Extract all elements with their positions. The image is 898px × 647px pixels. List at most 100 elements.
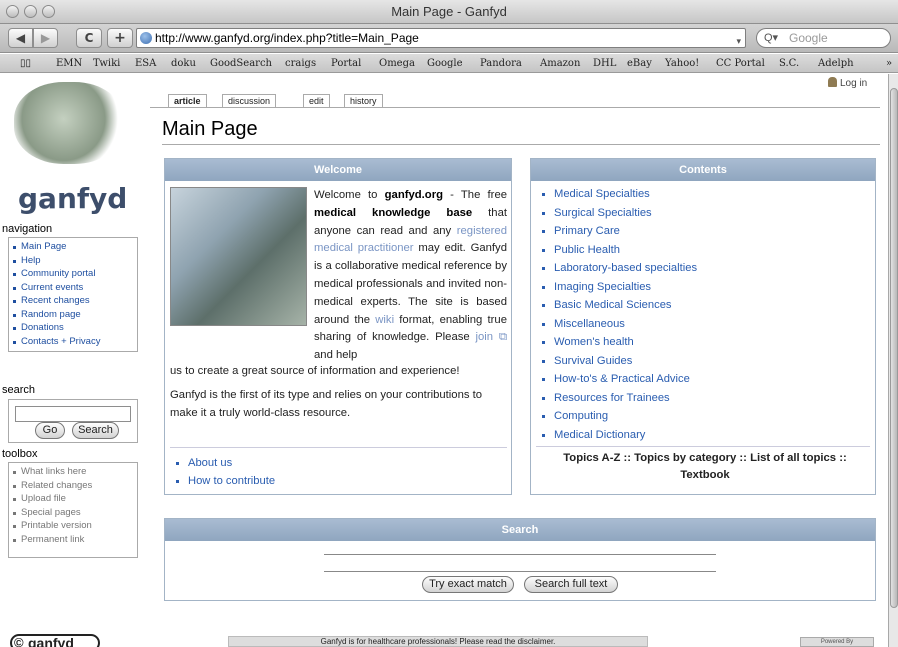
bookmark-item[interactable]: Pandora [480, 58, 522, 69]
toolbox-permanent-link[interactable]: Permanent link [9, 533, 137, 547]
topics-links[interactable]: Topics A-Z :: Topics by category :: List… [540, 450, 870, 466]
search-portlet [8, 399, 138, 443]
welcome-header: Welcome [165, 159, 511, 181]
go-button[interactable]: Go [35, 422, 65, 439]
nav-main-page[interactable]: Main Page [9, 240, 137, 254]
powered-by-badge[interactable]: Powered By [800, 637, 874, 647]
nav-random-page[interactable]: Random page [9, 308, 137, 322]
url-dropdown-icon[interactable]: ▾ [736, 32, 741, 50]
contents-item[interactable]: Miscellaneous [540, 315, 697, 334]
bookmark-item[interactable]: GoodSearch [210, 58, 272, 69]
welcome-tail-text: us to create a great source of informati… [170, 365, 460, 377]
contents-item[interactable]: Laboratory-based specialties [540, 259, 697, 278]
search-panel-divider [324, 571, 716, 572]
how-to-contribute-link[interactable]: How to contribute [174, 472, 275, 490]
nav-recent-changes[interactable]: Recent changes [9, 294, 137, 308]
bookmark-item[interactable]: ESA [135, 58, 156, 69]
search-button[interactable]: Search [72, 422, 119, 439]
bookmark-item[interactable]: Portal [331, 58, 361, 69]
contents-item[interactable]: Survival Guides [540, 352, 697, 371]
welcome-links: About us How to contribute [174, 454, 275, 490]
page-title: Main Page [162, 118, 258, 140]
reload-button[interactable]: C [76, 28, 102, 48]
search-placeholder: Google [789, 31, 828, 45]
bookmarks-book-icon[interactable]: ▯▯ [20, 58, 31, 69]
forward-button[interactable]: ▶ [33, 28, 58, 48]
bookmarks-overflow-icon[interactable]: » [886, 58, 892, 69]
contents-item[interactable]: Imaging Specialties [540, 278, 697, 297]
welcome-text: - The free [443, 189, 508, 201]
bookmark-item[interactable]: craigs [285, 58, 316, 69]
tab-underline [150, 107, 880, 108]
scrollbar-thumb[interactable] [890, 88, 898, 608]
title-divider [162, 144, 880, 145]
tab-history[interactable]: history [344, 94, 383, 108]
address-bar[interactable]: http://www.ganfyd.org/index.php?title=Ma… [136, 28, 746, 48]
sidebar-search-input[interactable] [15, 406, 131, 422]
bookmark-item[interactable]: EMN [56, 58, 82, 69]
welcome-text: Welcome to [314, 189, 385, 201]
site-logo-text[interactable]: ganfyd [18, 182, 127, 215]
contents-item[interactable]: Resources for Trainees [540, 389, 697, 408]
contents-item[interactable]: Women's health [540, 333, 697, 352]
main-search-input[interactable] [324, 556, 716, 572]
bookmark-item[interactable]: Adelph [818, 58, 854, 69]
footer-logo[interactable]: © ganfyd [10, 634, 100, 647]
nav-donations[interactable]: Donations [9, 321, 137, 335]
nav-current-events[interactable]: Current events [9, 281, 137, 295]
bookmark-item[interactable]: doku [171, 58, 196, 69]
browser-window: Main Page - Ganfyd ◀ ▶ C + http://www.ga… [0, 0, 898, 647]
toolbox-special-pages[interactable]: Special pages [9, 506, 137, 520]
wiki-link[interactable]: wiki [375, 314, 394, 326]
bookmark-item[interactable]: DHL [593, 58, 616, 69]
textbook-link[interactable]: Textbook [540, 467, 870, 483]
contents-item[interactable]: Primary Care [540, 222, 697, 241]
welcome-divider [170, 447, 507, 448]
nav-help[interactable]: Help [9, 254, 137, 268]
nav-community-portal[interactable]: Community portal [9, 267, 137, 281]
welcome-second-paragraph: Ganfyd is the first of its type and reli… [170, 389, 483, 419]
footer-logo-icon: © [14, 635, 24, 647]
contents-item[interactable]: Computing [540, 407, 697, 426]
tab-edit[interactable]: edit [303, 94, 330, 108]
bookmark-item[interactable]: Omega [379, 58, 415, 69]
nav-contacts-privacy[interactable]: Contacts + Privacy [9, 335, 137, 349]
back-button[interactable]: ◀ [8, 28, 33, 48]
bookmark-item[interactable]: Twiki [93, 58, 120, 69]
contents-item[interactable]: Medical Dictionary [540, 426, 697, 445]
bookmark-item[interactable]: CC Portal [716, 58, 765, 69]
user-icon [828, 77, 837, 87]
join-link[interactable]: join [475, 331, 493, 343]
contents-item[interactable]: Public Health [540, 241, 697, 260]
google-search-field[interactable]: Q▾ Google [756, 28, 891, 48]
bookmark-item[interactable]: Google [427, 58, 463, 69]
bookmark-item[interactable]: Yahoo! [665, 58, 699, 69]
contents-item[interactable]: How-to's & Practical Advice [540, 370, 697, 389]
contents-item[interactable]: Surgical Specialties [540, 204, 697, 223]
welcome-text: and help [314, 349, 358, 362]
bookmark-item[interactable]: Amazon [540, 58, 580, 69]
toolbox-what-links-here[interactable]: What links here [9, 465, 137, 479]
site-name-text: ganfyd.org [384, 189, 444, 201]
toolbox-related-changes[interactable]: Related changes [9, 479, 137, 493]
login-link[interactable]: Log in [828, 77, 867, 89]
bookmark-item[interactable]: eBay [627, 58, 652, 69]
add-bookmark-button[interactable]: + [107, 28, 133, 48]
window-title: Main Page - Ganfyd [391, 4, 507, 19]
bookmark-item[interactable]: S.C. [779, 58, 799, 69]
title-bar: Main Page - Ganfyd [0, 0, 898, 24]
tab-article[interactable]: article [168, 94, 207, 108]
contents-item[interactable]: Basic Medical Sciences [540, 296, 697, 315]
browser-toolbar: ◀ ▶ C + http://www.ganfyd.org/index.php?… [0, 24, 898, 53]
try-exact-match-button[interactable]: Try exact match [422, 576, 514, 593]
site-logo-image[interactable] [14, 82, 124, 164]
contents-item[interactable]: Medical Specialties [540, 185, 697, 204]
vertical-scrollbar[interactable] [888, 74, 898, 647]
toolbox-upload-file[interactable]: Upload file [9, 492, 137, 506]
search-full-text-button[interactable]: Search full text [524, 576, 618, 593]
reload-icon: C [84, 31, 94, 45]
toolbox-printable-version[interactable]: Printable version [9, 519, 137, 533]
tab-discussion[interactable]: discussion [222, 94, 277, 108]
about-us-link[interactable]: About us [174, 454, 275, 472]
anatomy-illustration [170, 187, 307, 326]
